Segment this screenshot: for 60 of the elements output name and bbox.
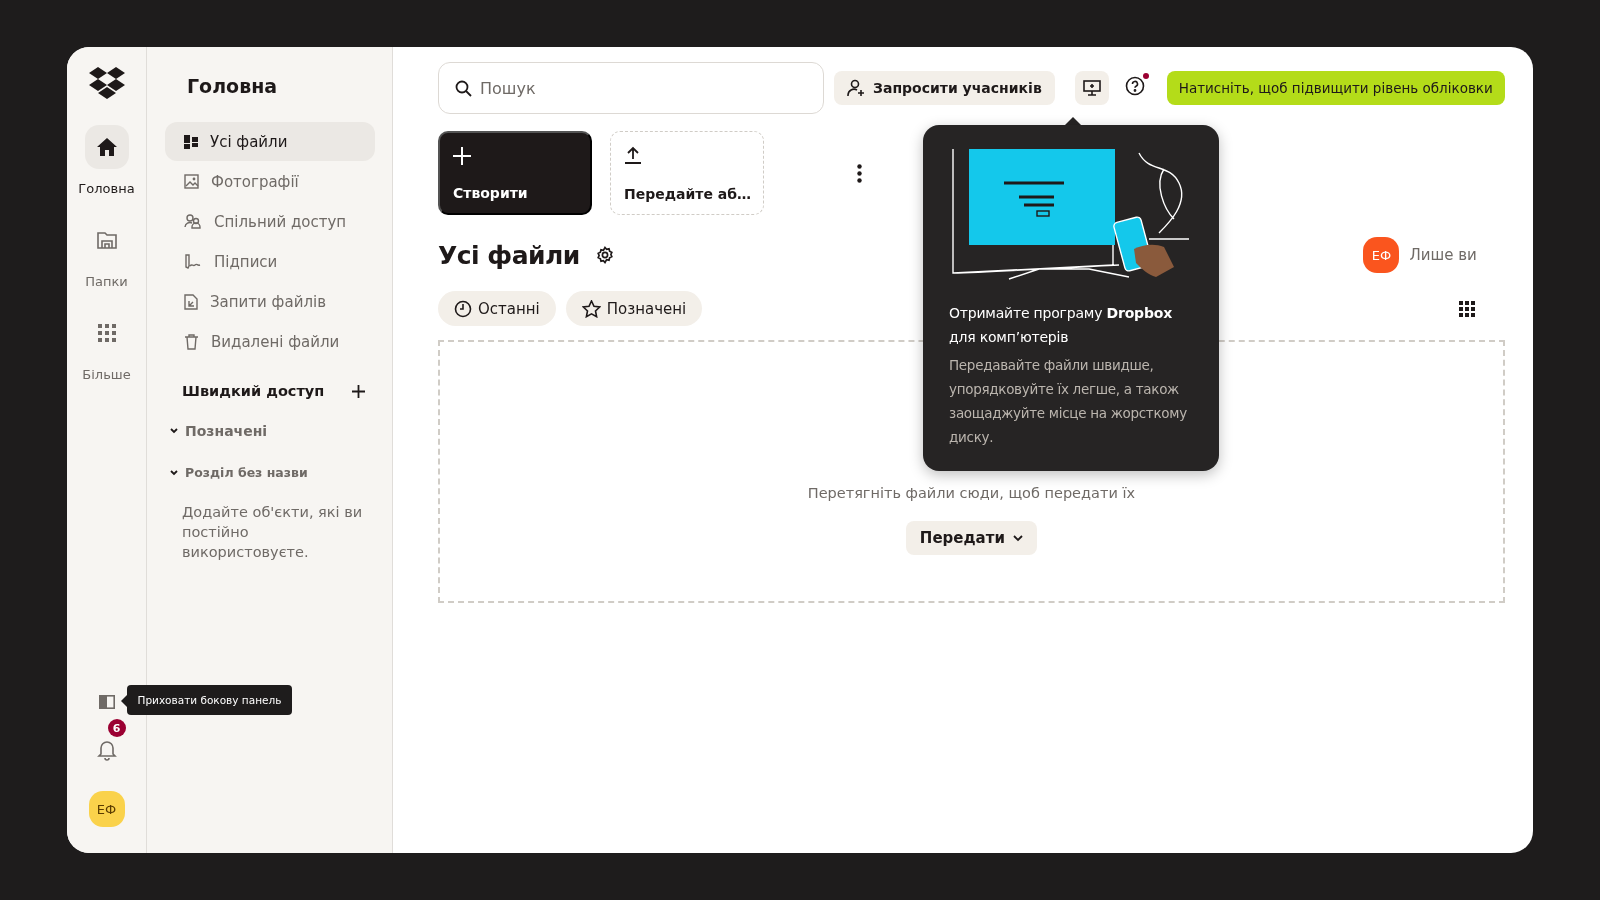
rail-nav-label: Папки	[85, 274, 128, 289]
user-avatar[interactable]: ЕФ	[88, 791, 125, 827]
chevron-icon[interactable]	[169, 467, 179, 478]
more-icon[interactable]	[857, 163, 862, 183]
file-request-icon	[184, 293, 198, 310]
page-title: Усі файли	[438, 240, 580, 270]
logo-icon[interactable]	[88, 67, 125, 99]
trash-icon	[184, 333, 199, 350]
sidebar-item[interactable]: Спільний доступ	[165, 202, 375, 241]
monitor-icon	[1082, 80, 1101, 96]
people-icon	[184, 214, 202, 229]
grid-view-icon[interactable]	[1458, 300, 1475, 317]
filter-chip[interactable]: Останні	[438, 291, 556, 326]
star-icon	[581, 299, 601, 318]
image-icon	[184, 174, 199, 189]
chevron-icon[interactable]	[169, 426, 179, 436]
clock-icon	[454, 299, 472, 318]
signature-icon	[184, 254, 202, 269]
popover-text: Передавайте файли швидше, упорядковуйте їх легше, а також заощаджуйте місце на жорсткому диску.	[949, 356, 1188, 447]
alert-dot	[1142, 73, 1149, 79]
user-avatar: ЕФ	[1363, 237, 1400, 273]
create-button[interactable]: Створити	[438, 131, 592, 215]
help-icon[interactable]	[1124, 76, 1145, 96]
rail-nav-label: Більше	[82, 367, 131, 382]
files-icon	[184, 134, 198, 149]
filter-chip[interactable]: Позначені	[565, 291, 703, 326]
chevron-icon	[1012, 533, 1023, 543]
plus-icon	[453, 147, 471, 165]
grid-icon	[97, 324, 116, 342]
access-label: Лише ви	[1409, 246, 1477, 264]
add-icon[interactable]	[352, 384, 365, 398]
add-person-icon	[847, 79, 865, 97]
sidebar-item[interactable]: Підписи	[165, 242, 375, 281]
desktop-app-button[interactable]	[1074, 71, 1109, 105]
sidebar-item[interactable]: Запити файлів	[165, 282, 375, 321]
rail-nav-label: Головна	[78, 181, 135, 196]
sidebar-toggle-icon[interactable]	[98, 695, 115, 709]
section-toggle[interactable]: Розділ без назви	[185, 465, 308, 480]
rail-nav-button[interactable]	[84, 125, 129, 169]
home-icon	[95, 137, 118, 157]
section-heading: Швидкий доступ	[182, 383, 325, 399]
empty-hint: Додайте об'єкти, які ви постійно використовуєте.	[182, 503, 364, 562]
section-toggle[interactable]: Позначені	[185, 423, 268, 439]
notification-badge: 6	[107, 719, 126, 737]
upload-button[interactable]: Передайте аб…	[610, 131, 764, 215]
sidebar-title: Головна	[187, 75, 279, 97]
bell-icon[interactable]	[96, 739, 117, 761]
search-field[interactable]: Пошук	[438, 62, 824, 114]
upload-icon	[624, 146, 642, 164]
tooltip: Приховати бокову панель	[126, 685, 293, 715]
folder-icon	[95, 230, 118, 250]
invite-button[interactable]: Запросити учасників	[834, 71, 1055, 105]
sidebar-item[interactable]: Фотографії	[165, 162, 375, 201]
drop-hint: Перетягніть файли сюди, щоб передати їх	[807, 485, 1136, 501]
sidebar-item[interactable]: Усі файли	[165, 122, 375, 161]
upload-dropdown-button[interactable]: Передати	[905, 521, 1037, 555]
search-icon	[455, 80, 472, 97]
sidebar-item[interactable]: Видалені файли	[165, 322, 375, 361]
upgrade-button[interactable]: Натисніть, щоб підвищити рівень обліковки	[1166, 71, 1505, 105]
settings-icon[interactable]	[595, 246, 614, 264]
